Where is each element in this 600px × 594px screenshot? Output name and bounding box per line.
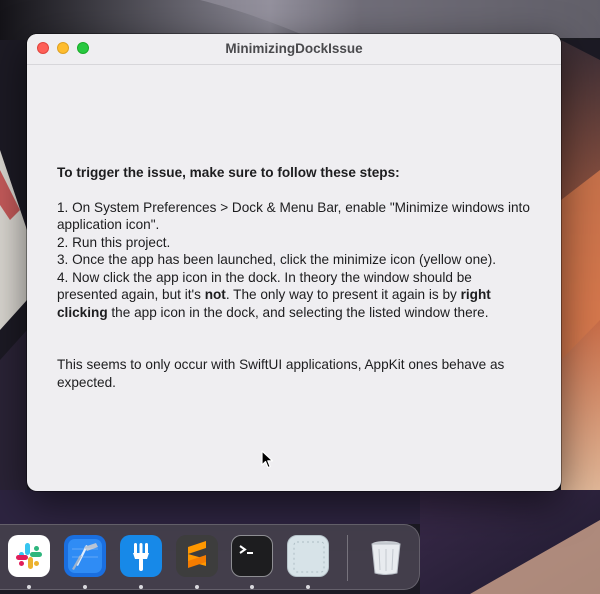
step-2: 2. Run this project. xyxy=(57,234,171,250)
slack-icon[interactable] xyxy=(8,535,50,577)
step-3: 3. Once the app has been launched, click… xyxy=(57,252,497,267)
window-title: MinimizingDockIssue xyxy=(225,41,363,56)
fork-icon[interactable] xyxy=(120,535,162,577)
dock xyxy=(0,524,420,590)
note-text: This seems to only occur with SwiftUI ap… xyxy=(57,357,505,390)
running-indicator xyxy=(250,585,254,589)
xcode-icon[interactable] xyxy=(64,535,106,577)
step-4-text-3: the app icon in the dock, and selecting … xyxy=(107,304,489,320)
trash-icon[interactable] xyxy=(365,535,407,577)
running-indicator xyxy=(139,585,143,589)
desktop: MinimizingDockIssue To trigger the issue… xyxy=(0,0,600,594)
step-4-emphasis-not: not xyxy=(204,287,226,302)
sublime-text-icon[interactable] xyxy=(176,535,218,577)
instructions-content: To trigger the issue, make sure to follo… xyxy=(57,164,531,405)
dock-divider xyxy=(347,535,348,581)
running-indicator xyxy=(195,585,199,589)
app-window: MinimizingDockIssue To trigger the issue… xyxy=(27,34,561,491)
step-4-text-2: . The only way to present it again is by xyxy=(225,287,461,302)
running-indicator xyxy=(27,585,31,589)
title-bar[interactable]: MinimizingDockIssue xyxy=(27,34,561,65)
mouse-pointer-icon xyxy=(261,450,274,469)
step-4: 4. Now click the app icon in the dock. I… xyxy=(57,269,531,322)
minimized-app-icon[interactable] xyxy=(287,535,329,577)
step-1: 1. On System Preferences > Dock & Menu B… xyxy=(57,199,530,233)
running-indicator xyxy=(306,585,310,589)
instructions-heading: To trigger the issue, make sure to follo… xyxy=(57,165,400,180)
running-indicator xyxy=(83,585,87,589)
steps-list: 1. On System Preferences > Dock & Menu B… xyxy=(57,199,531,322)
terminal-icon[interactable] xyxy=(231,535,273,577)
